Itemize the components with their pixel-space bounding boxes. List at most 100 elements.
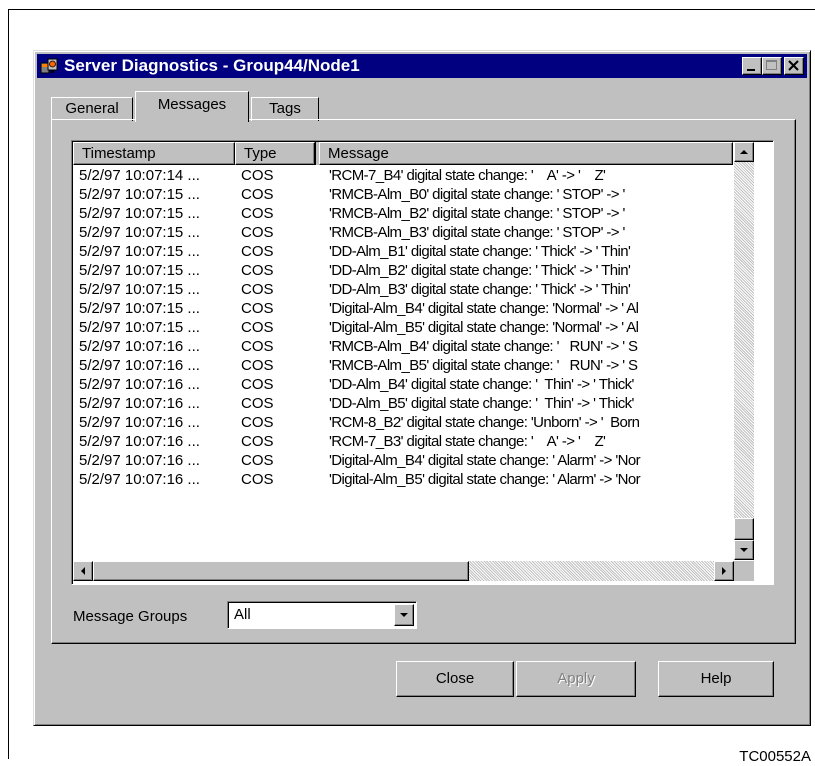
type-cell: COS [241, 205, 274, 222]
server-diagnostics-window: Server Diagnostics - Group44/Node1 Gener… [33, 50, 811, 726]
scroll-up-button[interactable] [734, 142, 754, 162]
help-button[interactable]: Help [658, 661, 774, 697]
messages-list[interactable]: Timestamp Type Message 5/2/97 10:07:14 .… [71, 140, 774, 585]
message-groups-value: All [234, 606, 251, 623]
close-window-button[interactable] [784, 57, 804, 75]
minimize-icon [747, 69, 755, 71]
message-groups-dropdown-button[interactable] [394, 604, 414, 626]
message-cell: 'RCM-7_B3' digital state change: ' A' ->… [329, 433, 606, 450]
message-cell: 'RMCB-Alm_B5' digital state change: ' RU… [329, 357, 638, 374]
scroll-right-button[interactable] [714, 561, 734, 581]
timestamp-cell: 5/2/97 10:07:15 ... [79, 186, 200, 203]
type-cell: COS [241, 262, 274, 279]
type-cell: COS [241, 357, 274, 374]
table-row[interactable]: 5/2/97 10:07:16 ... COS 'RMCB-Alm_B5' digi… [73, 356, 733, 375]
type-cell: COS [241, 395, 274, 412]
type-cell: COS [241, 243, 274, 260]
close-button[interactable]: Close [396, 661, 514, 697]
column-header-type[interactable]: Type [235, 142, 315, 165]
table-row[interactable]: 5/2/97 10:07:15 ... COS 'Digital-Alm_B5' d… [73, 318, 733, 337]
vertical-scroll-track[interactable] [734, 162, 754, 540]
horizontal-scroll-thumb[interactable] [93, 561, 469, 581]
table-row[interactable]: 5/2/97 10:07:15 ... COS 'RMCB-Alm_B0' digi… [73, 185, 733, 204]
table-row[interactable]: 5/2/97 10:07:15 ... COS 'RMCB-Alm_B3' digi… [73, 223, 733, 242]
scroll-left-button[interactable] [73, 561, 93, 581]
message-cell: 'Digital-Alm_B4' digital state change: '… [329, 452, 641, 469]
timestamp-cell: 5/2/97 10:07:15 ... [79, 300, 200, 317]
type-cell: COS [241, 338, 274, 355]
message-cell: 'DD-Alm_B3' digital state change: ' Thic… [329, 281, 631, 298]
maximize-button[interactable] [762, 57, 782, 75]
table-row[interactable]: 5/2/97 10:07:16 ... COS 'DD-Alm_B5' digita… [73, 394, 733, 413]
timestamp-cell: 5/2/97 10:07:16 ... [79, 471, 200, 488]
type-cell: COS [241, 471, 274, 488]
arrow-left-icon [81, 567, 85, 575]
message-cell: 'RCM-8_B2' digital state change: 'Unborn… [329, 414, 640, 431]
type-cell: COS [241, 319, 274, 336]
window-title: Server Diagnostics - Group44/Node1 [64, 56, 360, 75]
timestamp-cell: 5/2/97 10:07:16 ... [79, 338, 200, 355]
message-cell: 'DD-Alm_B5' digital state change: ' Thin… [329, 395, 634, 412]
timestamp-cell: 5/2/97 10:07:16 ... [79, 395, 200, 412]
table-row[interactable]: 5/2/97 10:07:16 ... COS 'Digital-Alm_B4' d… [73, 451, 733, 470]
timestamp-cell: 5/2/97 10:07:16 ... [79, 433, 200, 450]
column-header-timestamp[interactable]: Timestamp [73, 142, 235, 165]
message-cell: 'Digital-Alm_B5' digital state change: '… [329, 471, 641, 488]
tab-general[interactable]: General [51, 97, 133, 121]
tab-messages[interactable]: Messages [135, 91, 249, 122]
timestamp-cell: 5/2/97 10:07:15 ... [79, 281, 200, 298]
apply-button[interactable]: Apply [516, 661, 636, 697]
type-cell: COS [241, 224, 274, 241]
timestamp-cell: 5/2/97 10:07:15 ... [79, 205, 200, 222]
arrow-right-icon [722, 567, 726, 575]
vertical-scroll-thumb[interactable] [734, 518, 754, 540]
figure-id: TC00552A [739, 748, 811, 765]
type-cell: COS [241, 186, 274, 203]
figure-frame-left [8, 9, 9, 759]
message-cell: 'RMCB-Alm_B4' digital state change: ' RU… [329, 338, 638, 355]
scrollbar-corner [734, 561, 754, 581]
server-diagnostics-icon[interactable] [40, 57, 60, 75]
timestamp-cell: 5/2/97 10:07:16 ... [79, 414, 200, 431]
message-cell: 'RMCB-Alm_B2' digital state change: ' ST… [329, 205, 625, 222]
table-row[interactable]: 5/2/97 10:07:16 ... COS 'RCM-7_B3' digital… [73, 432, 733, 451]
type-cell: COS [241, 452, 274, 469]
table-row[interactable]: 5/2/97 10:07:15 ... COS 'DD-Alm_B2' digita… [73, 261, 733, 280]
column-header-message[interactable]: Message [319, 142, 733, 165]
timestamp-cell: 5/2/97 10:07:15 ... [79, 262, 200, 279]
minimize-button[interactable] [742, 57, 762, 75]
timestamp-cell: 5/2/97 10:07:16 ... [79, 357, 200, 374]
chevron-down-icon [400, 613, 408, 617]
table-row[interactable]: 5/2/97 10:07:16 ... COS 'RCM-8_B2' digital… [73, 413, 733, 432]
title-bar[interactable]: Server Diagnostics - Group44/Node1 [37, 54, 807, 78]
timestamp-cell: 5/2/97 10:07:16 ... [79, 376, 200, 393]
vertical-scrollbar[interactable] [734, 142, 754, 560]
type-cell: COS [241, 281, 274, 298]
timestamp-cell: 5/2/97 10:07:15 ... [79, 224, 200, 241]
message-groups-label: Message Groups [73, 608, 188, 625]
table-row[interactable]: 5/2/97 10:07:15 ... COS 'DD-Alm_B1' digita… [73, 242, 733, 261]
maximize-icon [766, 60, 777, 70]
message-groups-select[interactable]: All [227, 601, 417, 629]
table-row[interactable]: 5/2/97 10:07:16 ... COS 'Digital-Alm_B5' d… [73, 470, 733, 489]
table-row[interactable]: 5/2/97 10:07:16 ... COS 'RMCB-Alm_B4' digi… [73, 337, 733, 356]
message-cell: 'Digital-Alm_B5' digital state change: '… [329, 319, 639, 336]
timestamp-cell: 5/2/97 10:07:16 ... [79, 452, 200, 469]
message-cell: 'DD-Alm_B2' digital state change: ' Thic… [329, 262, 631, 279]
tab-tags[interactable]: Tags [251, 97, 319, 121]
figure-frame-top [8, 9, 815, 10]
arrow-down-icon [740, 548, 748, 552]
message-cell: 'Digital-Alm_B4' digital state change: '… [329, 300, 639, 317]
table-row[interactable]: 5/2/97 10:07:16 ... COS 'DD-Alm_B4' digita… [73, 375, 733, 394]
scroll-down-button[interactable] [734, 540, 754, 560]
type-cell: COS [241, 433, 274, 450]
table-row[interactable]: 5/2/97 10:07:14 ... COS 'RCM-7_B4' digital… [73, 166, 733, 185]
table-row[interactable]: 5/2/97 10:07:15 ... COS 'RMCB-Alm_B2' digi… [73, 204, 733, 223]
horizontal-scrollbar[interactable] [73, 561, 734, 581]
arrow-up-icon [740, 150, 748, 154]
table-row[interactable]: 5/2/97 10:07:15 ... COS 'DD-Alm_B3' digita… [73, 280, 733, 299]
timestamp-cell: 5/2/97 10:07:15 ... [79, 319, 200, 336]
table-row[interactable]: 5/2/97 10:07:15 ... COS 'Digital-Alm_B4' d… [73, 299, 733, 318]
type-cell: COS [241, 167, 274, 184]
message-cell: 'DD-Alm_B1' digital state change: ' Thic… [329, 243, 631, 260]
